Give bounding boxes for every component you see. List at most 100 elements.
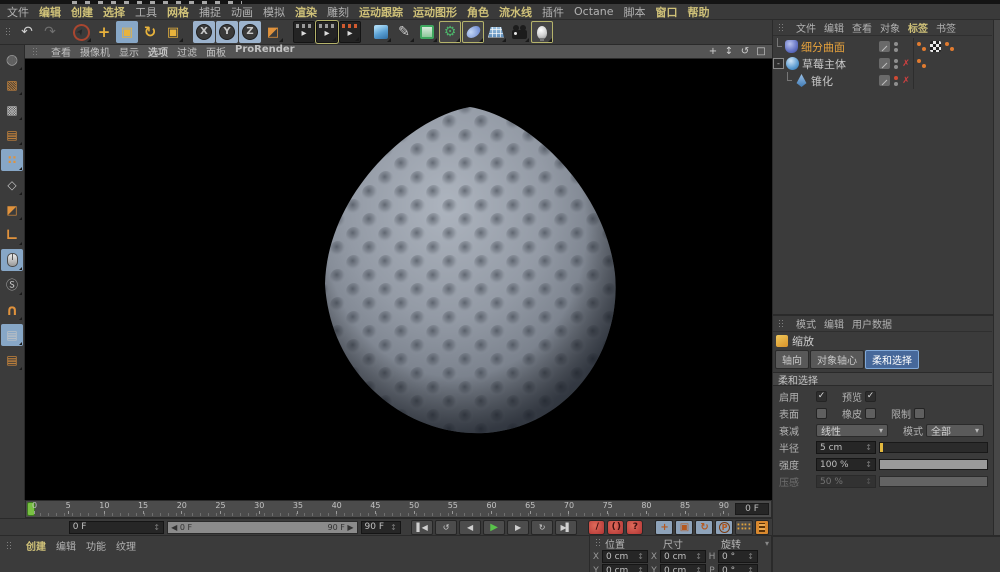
menu-item[interactable]: Octane [574, 5, 614, 18]
object-name[interactable]: 锥化 [811, 73, 879, 89]
render-settings-button[interactable]: ▸ [339, 21, 361, 43]
lock-workplane-button[interactable]: ▤ [1, 324, 23, 346]
position-x-field[interactable]: 0 cm↕ [602, 550, 648, 563]
menu-item[interactable]: 摄像机 [80, 44, 110, 59]
menu-item[interactable]: 过滤 [177, 44, 197, 59]
toolbar-separator[interactable] [62, 21, 69, 43]
menu-item[interactable]: 选择 [103, 4, 125, 20]
object-row[interactable]: 细分曲面 [773, 38, 992, 55]
size-x-field[interactable]: 0 cm↕ [660, 550, 706, 563]
record-pla-button[interactable]: ∷∷ [735, 520, 753, 535]
record-scale-button[interactable]: ▣ [675, 520, 693, 535]
mode-dropdown[interactable]: 全部▾ [926, 424, 984, 437]
previous-frame-button[interactable]: ◀ [459, 520, 481, 535]
goto-end-button[interactable]: ▶▌ [555, 520, 577, 535]
menu-item[interactable]: 流水线 [499, 4, 532, 20]
rubber-checkbox[interactable] [865, 408, 876, 419]
workplane-snap-button[interactable]: ▤ [1, 349, 23, 371]
strength-field[interactable]: 100 %↕ [816, 458, 876, 471]
add-generator-button[interactable] [416, 21, 438, 43]
object-row[interactable]: 锥化 ✗ [773, 72, 992, 89]
menu-item[interactable]: 脚本 [624, 4, 646, 20]
coordinate-system-button[interactable]: ◩ [262, 21, 284, 43]
menu-item[interactable]: 面板 [206, 44, 226, 59]
spinner-icon[interactable]: ↕ [153, 523, 160, 532]
model-mode-button[interactable]: ▧ [1, 74, 23, 96]
radius-field[interactable]: 5 cm↕ [816, 441, 876, 454]
menu-item[interactable]: 运动图形 [413, 4, 457, 20]
position-y-field[interactable]: 0 cm↕ [602, 564, 648, 572]
undo-button[interactable]: ↶ [16, 21, 38, 43]
spinner-icon[interactable]: ↕ [390, 523, 397, 532]
menu-item[interactable]: 编辑 [56, 538, 76, 553]
goto-start-button[interactable]: ▌◀ [411, 520, 433, 535]
menu-item[interactable]: 编辑 [824, 20, 844, 35]
timeline-track[interactable]: 051015202530354045505560657075808590 0 F [25, 500, 772, 518]
add-field-button[interactable] [462, 21, 484, 43]
falloff-dropdown[interactable]: 线性▾ [816, 424, 888, 437]
points-mode-button[interactable]: ∷ [1, 149, 23, 171]
menu-item[interactable]: 雕刻 [327, 4, 349, 20]
strength-slider[interactable] [879, 459, 988, 470]
lock-y-axis-button[interactable]: Y [216, 21, 238, 43]
pan-view-icon[interactable]: + [706, 46, 720, 58]
record-position-button[interactable]: + [655, 520, 673, 535]
menu-item[interactable]: 工具 [135, 4, 157, 20]
keyframe-options-button[interactable]: ? [626, 520, 643, 535]
timeline-film-button[interactable] [755, 520, 769, 535]
menu-item[interactable]: 角色 [467, 4, 489, 20]
add-primitive-button[interactable] [370, 21, 392, 43]
menu-item[interactable]: 查看 [51, 44, 71, 59]
attribute-tab[interactable]: 柔和选择 [865, 350, 919, 369]
menu-item[interactable]: 创建 [71, 4, 93, 20]
restrict-checkbox[interactable] [914, 408, 925, 419]
rotate-view-icon[interactable]: ↺ [738, 46, 752, 58]
radius-slider[interactable] [879, 442, 988, 453]
object-manager-grip[interactable] [778, 23, 785, 33]
redo-button[interactable]: ↷ [39, 21, 61, 43]
preview-range-slider[interactable]: ◀ 0 F 90 F ▶ [167, 521, 357, 534]
polygons-mode-button[interactable]: ◩ [1, 199, 23, 221]
enable-checkbox[interactable]: ✓ [816, 391, 827, 402]
lock-z-axis-button[interactable]: Z [239, 21, 261, 43]
disabled-icon[interactable]: ✗ [901, 59, 911, 69]
menu-item[interactable]: 查看 [852, 20, 872, 35]
menu-item[interactable]: 用户数据 [852, 316, 892, 331]
toolbar-separator[interactable] [362, 21, 369, 43]
spline-pen-button[interactable]: ✎ [393, 21, 415, 43]
surface-checkbox[interactable] [816, 408, 827, 419]
layer-chip[interactable] [879, 75, 890, 86]
layer-chip[interactable] [879, 58, 890, 69]
play-button[interactable]: ▶ [483, 520, 505, 535]
record-keyframe-button[interactable]: / [588, 520, 605, 535]
menu-item[interactable]: 动画 [231, 4, 253, 20]
menu-item[interactable]: 选项 [148, 44, 168, 59]
render-view-button[interactable]: ▸ [293, 21, 315, 43]
add-environment-button[interactable] [485, 21, 507, 43]
visibility-dots[interactable] [893, 42, 899, 52]
menu-item[interactable]: 对象 [880, 20, 900, 35]
menu-item[interactable]: 文件 [7, 4, 29, 20]
menu-item[interactable]: 功能 [86, 538, 106, 553]
viewport-grip[interactable] [32, 47, 39, 57]
add-deformer-button[interactable]: ⚙ [439, 21, 461, 43]
rotate-tool-button[interactable]: ↻ [139, 21, 161, 43]
display-tag-icon[interactable] [930, 41, 941, 52]
next-key-button[interactable]: ↻ [531, 520, 553, 535]
menu-item[interactable]: 插件 [542, 4, 564, 20]
visibility-dots[interactable] [893, 76, 899, 86]
toggle-view-icon[interactable]: □ [754, 46, 768, 58]
texture-mode-button[interactable]: ▩ [1, 99, 23, 121]
menu-item[interactable]: 模拟 [263, 4, 285, 20]
selection-tag-icon[interactable] [944, 41, 955, 52]
menu-item[interactable]: 编辑 [39, 4, 61, 20]
move-tool-button[interactable]: + [93, 21, 115, 43]
magnet-snap-button[interactable]: ∩ [1, 299, 23, 321]
menu-item[interactable]: 创建 [26, 538, 46, 553]
menu-item[interactable]: 文件 [796, 20, 816, 35]
menu-item[interactable]: ProRender [235, 44, 295, 59]
menu-item[interactable]: 书签 [936, 20, 956, 35]
lock-x-axis-button[interactable]: X [193, 21, 215, 43]
menu-item[interactable]: 网格 [167, 4, 189, 20]
disabled-icon[interactable]: ✗ [901, 76, 911, 86]
